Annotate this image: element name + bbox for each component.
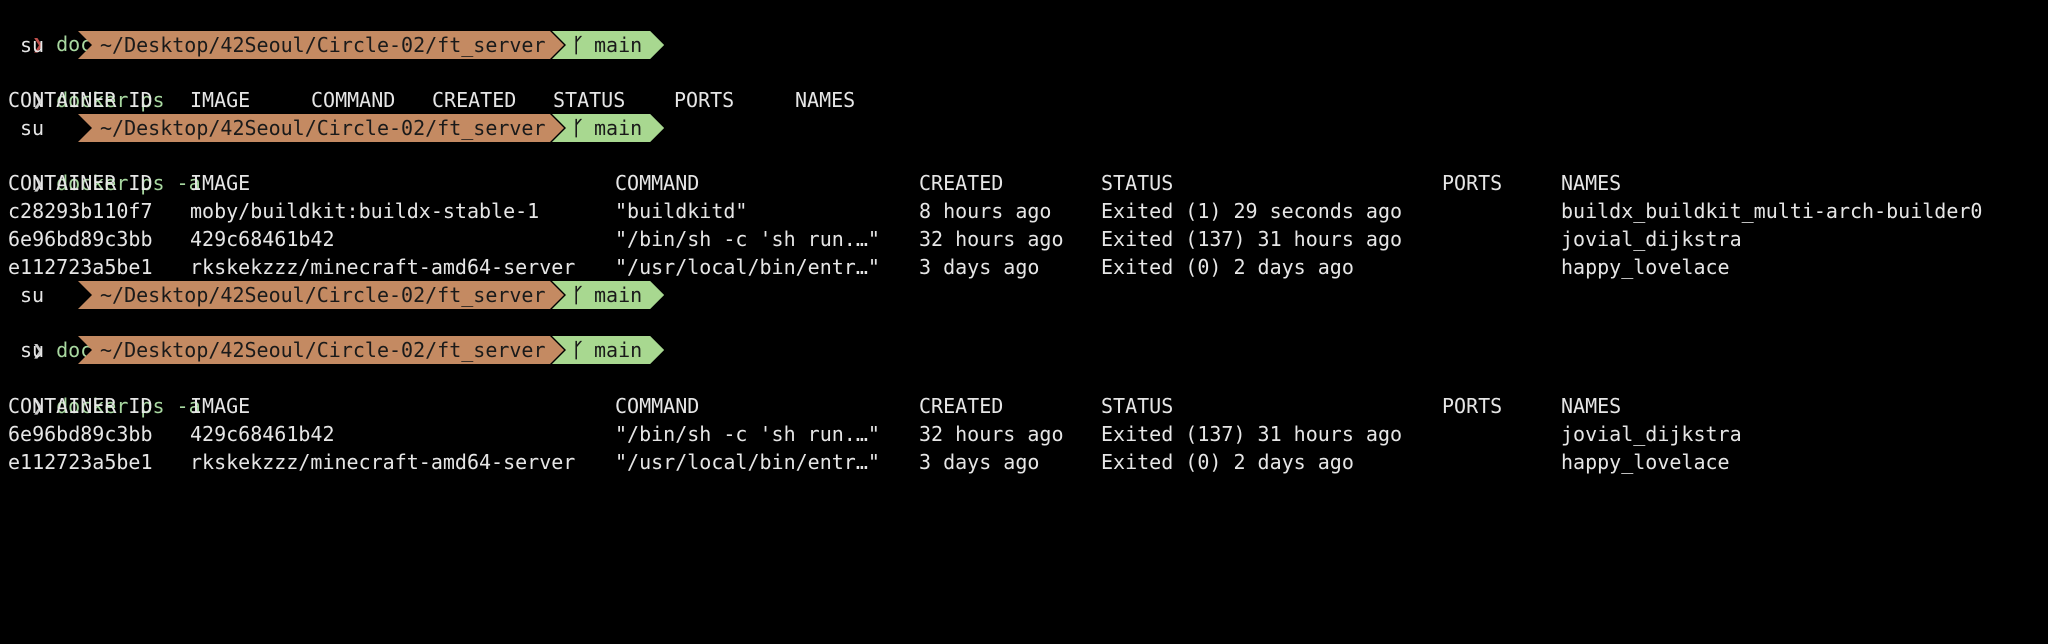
header-container-id: CONTAINER ID <box>8 88 153 112</box>
header-command: COMMAND <box>615 171 700 195</box>
prompt-path: ~/Desktop/42Seoul/Circle-02/ft_server <box>78 31 564 59</box>
cell-created: 3 days ago <box>919 450 1040 474</box>
git-branch-icon: ᚴ <box>572 338 584 362</box>
header-image: IMAGE <box>190 394 251 418</box>
header-status: STATUS <box>1101 171 1174 195</box>
header-created: CREATED <box>919 171 1004 195</box>
table-header-row: CONTAINER ID IMAGE COMMAND CREATED STATU… <box>8 392 1621 420</box>
prompt-branch: ᚴ main <box>552 336 664 364</box>
header-image: IMAGE <box>190 88 251 112</box>
command-line-buildx-stop: ❯docker buildx stop <box>8 2 273 56</box>
header-created: CREATED <box>432 88 517 112</box>
cell-command: "/usr/local/bin/entr…" <box>615 255 880 279</box>
shell-prompt: su ~/Desktop/42Seoul/Circle-02/ft_server… <box>0 114 664 142</box>
header-names: NAMES <box>1561 394 1622 418</box>
command-line-ps-a: ❯ docker ps -a <box>8 141 201 195</box>
prompt-branch-name: main <box>594 283 643 307</box>
cell-created: 32 hours ago <box>919 227 1064 251</box>
cell-image: moby/buildkit:buildx-stable-1 <box>190 199 540 223</box>
shell-prompt: su ~/Desktop/42Seoul/Circle-02/ft_server… <box>0 31 664 59</box>
prompt-branch-name: main <box>594 338 643 362</box>
cell-command: "/usr/local/bin/entr…" <box>615 450 880 474</box>
header-container-id: CONTAINER ID <box>8 394 153 418</box>
prompt-path: ~/Desktop/42Seoul/Circle-02/ft_server <box>78 336 564 364</box>
prompt-user: su <box>20 283 45 307</box>
header-status: STATUS <box>1101 394 1174 418</box>
cell-status: Exited (137) 31 hours ago <box>1101 227 1403 251</box>
cell-container-id: 6e96bd89c3bb <box>8 422 153 446</box>
git-branch-icon: ᚴ <box>572 283 584 307</box>
command-line-ps: ❯ docker ps <box>8 58 164 112</box>
header-command: COMMAND <box>615 394 700 418</box>
table-row: 6e96bd89c3bb 429c68461b42 "/bin/sh -c 's… <box>8 420 1742 448</box>
header-command: COMMAND <box>311 88 396 112</box>
cell-status: Exited (1) 29 seconds ago <box>1101 199 1403 223</box>
command-line-ps-a: ❯ docker ps -a <box>8 364 201 418</box>
cell-names: jovial_dijkstra <box>1561 227 1742 251</box>
cell-created: 3 days ago <box>919 255 1040 279</box>
header-container-id: CONTAINER ID <box>8 171 153 195</box>
table-header-row: CONTAINER ID IMAGE COMMAND CREATED STATU… <box>8 169 1621 197</box>
shell-prompt: su ~/Desktop/42Seoul/Circle-02/ft_server… <box>0 281 664 309</box>
prompt-user: su <box>20 33 45 57</box>
cell-command: "/bin/sh -c 'sh run.…" <box>615 422 880 446</box>
cell-image: rkskekzzz/minecraft-amd64-server <box>190 450 576 474</box>
cell-image: 429c68461b42 <box>190 227 335 251</box>
cell-created: 32 hours ago <box>919 422 1064 446</box>
prompt-path: ~/Desktop/42Seoul/Circle-02/ft_server <box>78 281 564 309</box>
cell-command: "buildkitd" <box>615 199 748 223</box>
table-header-row: CONTAINER ID IMAGE COMMAND CREATED STATU… <box>8 86 855 114</box>
cell-status: Exited (0) 2 days ago <box>1101 255 1354 279</box>
cell-status: Exited (137) 31 hours ago <box>1101 422 1403 446</box>
git-branch-icon: ᚴ <box>572 33 584 57</box>
header-image: IMAGE <box>190 171 251 195</box>
header-status: STATUS <box>553 88 626 112</box>
shell-prompt: su ~/Desktop/42Seoul/Circle-02/ft_server… <box>0 336 664 364</box>
header-names: NAMES <box>1561 171 1622 195</box>
prompt-branch: ᚴ main <box>552 281 664 309</box>
table-row: 6e96bd89c3bb 429c68461b42 "/bin/sh -c 's… <box>8 225 1742 253</box>
prompt-branch-name: main <box>594 116 643 140</box>
cell-image: 429c68461b42 <box>190 422 335 446</box>
header-ports: PORTS <box>1442 394 1503 418</box>
prompt-branch: ᚴ main <box>552 31 664 59</box>
prompt-user: su <box>20 338 45 362</box>
git-branch-icon: ᚴ <box>572 116 584 140</box>
table-row: e112723a5be1 rkskekzzz/minecraft-amd64-s… <box>8 448 1730 476</box>
cell-names: happy_lovelace <box>1561 255 1730 279</box>
table-row: c28293b110f7 moby/buildkit:buildx-stable… <box>8 197 1982 225</box>
cell-names: buildx_buildkit_multi-arch-builder0 <box>1561 199 1983 223</box>
cell-container-id: e112723a5be1 <box>8 450 153 474</box>
cell-command: "/bin/sh -c 'sh run.…" <box>615 227 880 251</box>
cell-container-id: c28293b110f7 <box>8 199 153 223</box>
cell-names: jovial_dijkstra <box>1561 422 1742 446</box>
header-ports: PORTS <box>674 88 735 112</box>
cell-container-id: 6e96bd89c3bb <box>8 227 153 251</box>
cell-status: Exited (0) 2 days ago <box>1101 450 1354 474</box>
prompt-user: su <box>20 116 45 140</box>
cell-created: 8 hours ago <box>919 199 1052 223</box>
prompt-branch-name: main <box>594 33 643 57</box>
header-created: CREATED <box>919 394 1004 418</box>
prompt-path: ~/Desktop/42Seoul/Circle-02/ft_server <box>78 114 564 142</box>
cell-container-id: e112723a5be1 <box>8 255 153 279</box>
header-names: NAMES <box>795 88 856 112</box>
prompt-branch: ᚴ main <box>552 114 664 142</box>
header-ports: PORTS <box>1442 171 1503 195</box>
table-row: e112723a5be1 rkskekzzz/minecraft-amd64-s… <box>8 253 1730 281</box>
cell-image: rkskekzzz/minecraft-amd64-server <box>190 255 576 279</box>
cell-names: happy_lovelace <box>1561 450 1730 474</box>
command-line-buildx-rm: ❯docker buildx rm <box>8 308 249 362</box>
